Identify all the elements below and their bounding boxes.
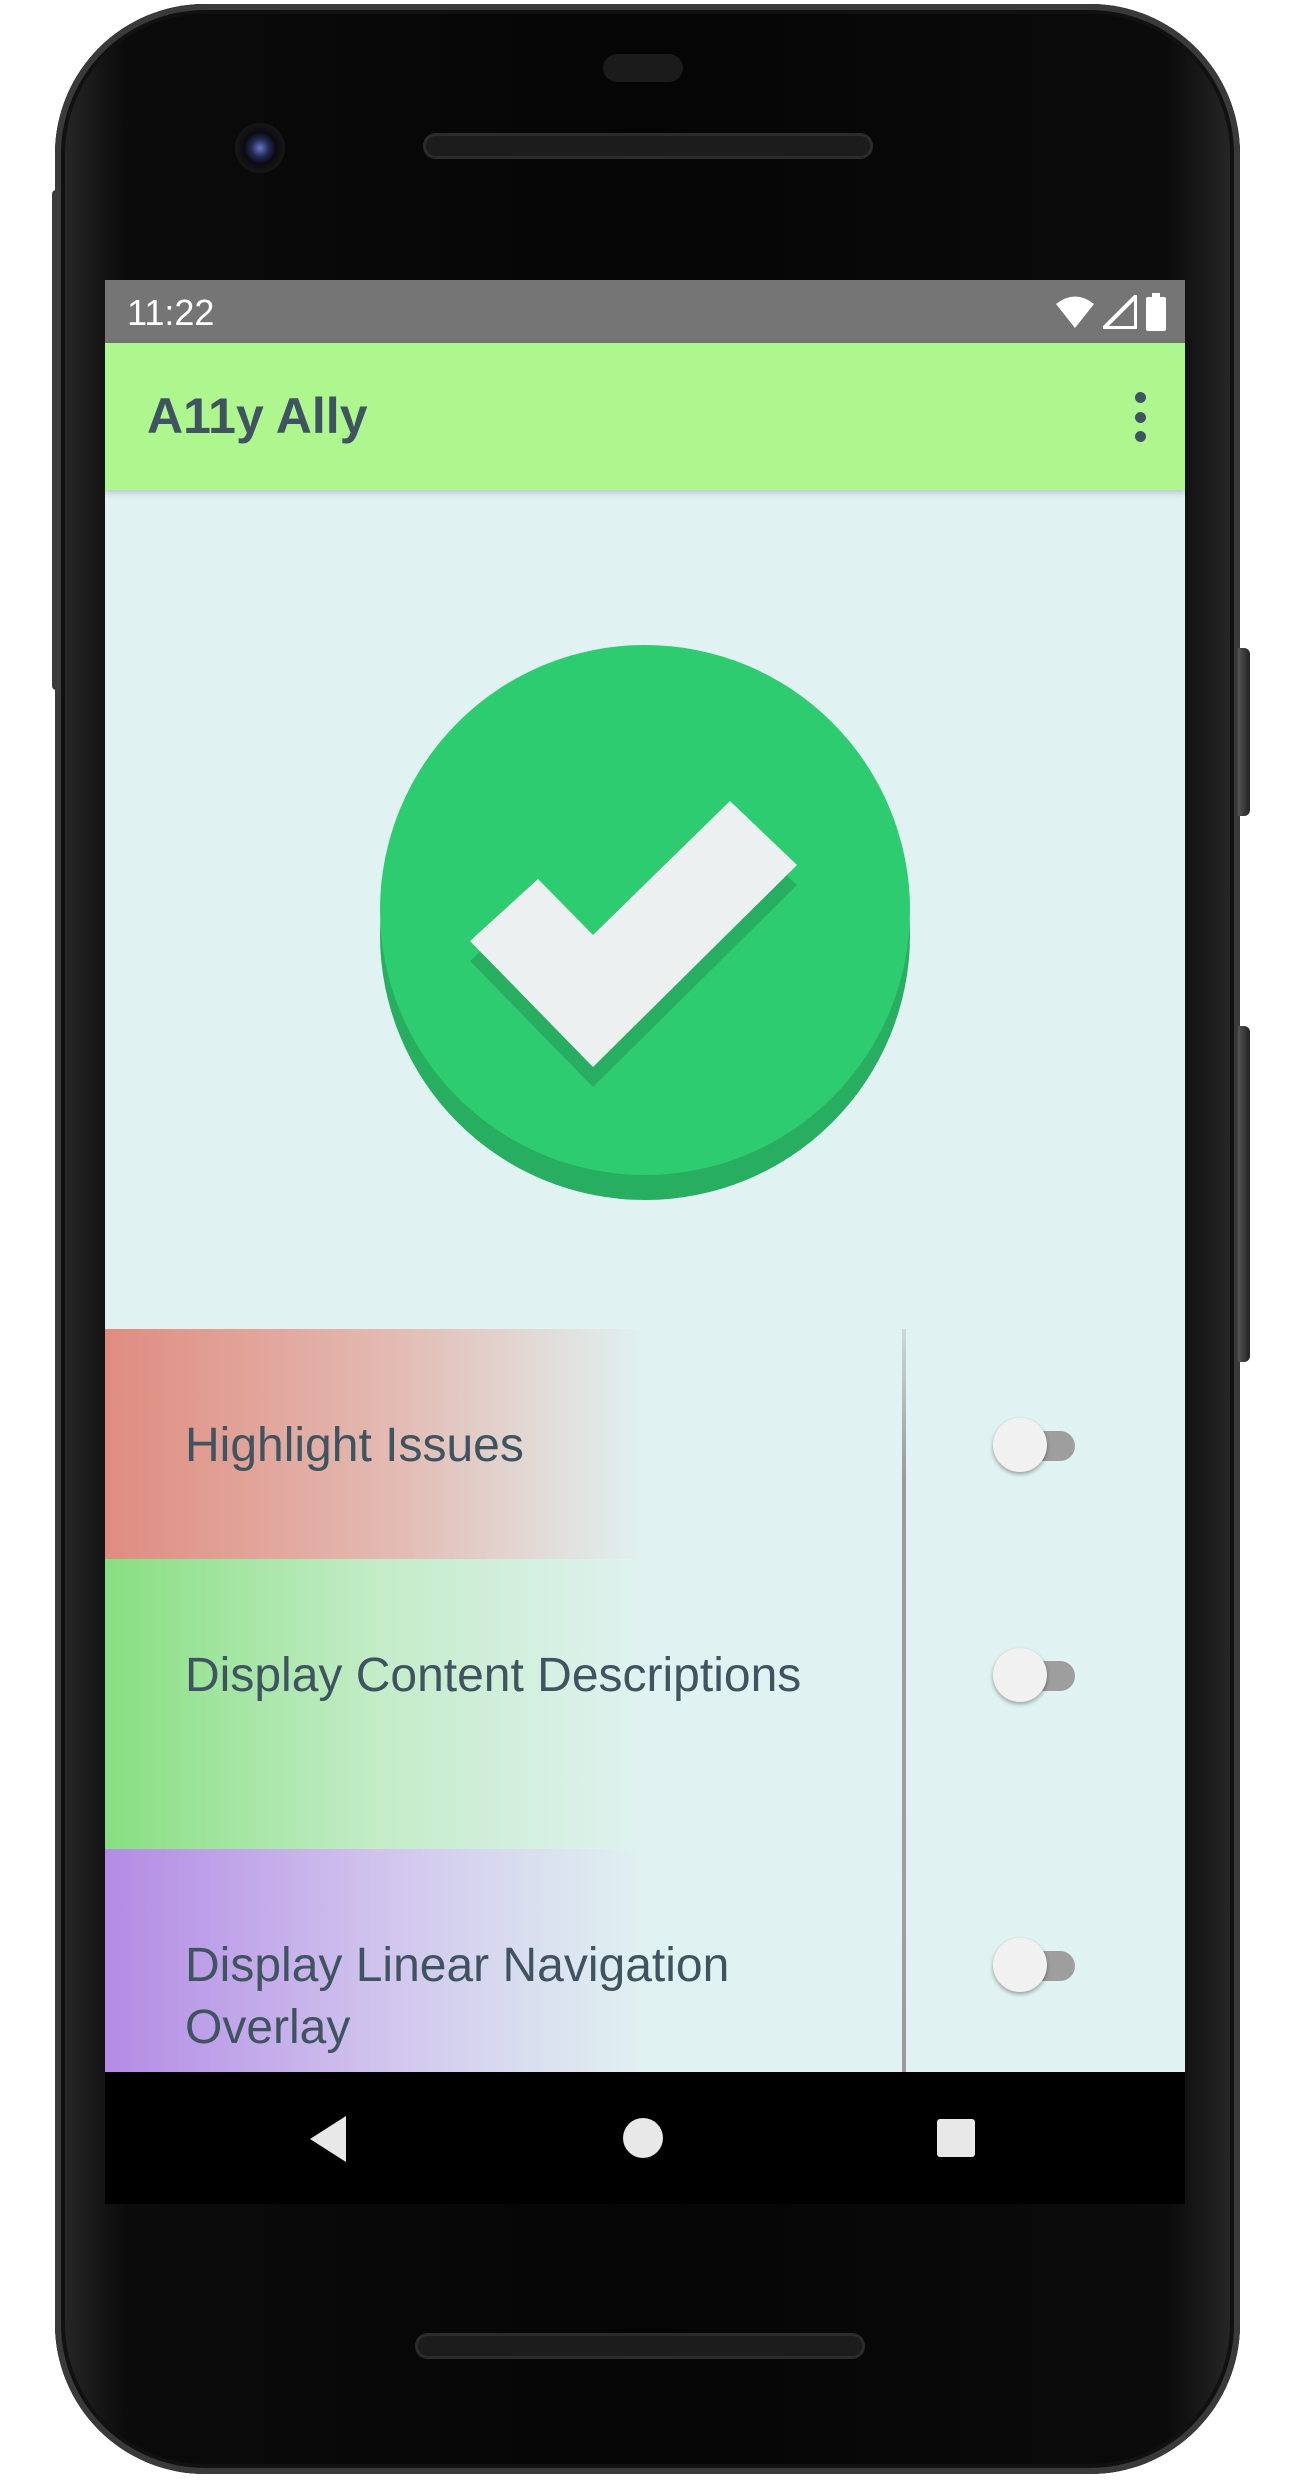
back-icon[interactable]	[310, 2116, 346, 2162]
overflow-dot-icon	[1134, 411, 1146, 423]
status-icons	[1055, 292, 1167, 332]
status-bar: 11:22	[105, 280, 1185, 343]
overflow-menu-button[interactable]	[1125, 387, 1155, 447]
earpiece-speaker	[423, 133, 873, 159]
phone-left-rim	[52, 190, 60, 690]
app-screen: 11:22 A11y Ally Highlight Issues Display…	[105, 280, 1185, 2072]
wifi-icon	[1056, 296, 1094, 328]
setting-label: Display Linear Navigation Overlay	[185, 1939, 730, 2054]
recent-apps-icon[interactable]	[937, 2119, 975, 2157]
power-button	[1238, 648, 1250, 816]
app-bar: A11y Ally	[105, 343, 1185, 490]
home-icon[interactable]	[623, 2118, 663, 2158]
signal-icon	[1103, 295, 1137, 329]
toggle-thumb	[993, 1938, 1047, 1992]
battery-icon	[1146, 293, 1166, 331]
setting-label: Display Content Descriptions	[185, 1649, 802, 1702]
navigation-bar	[105, 2072, 1185, 2204]
status-check-icon	[380, 645, 910, 1205]
overflow-dot-icon	[1134, 431, 1146, 442]
bottom-speaker	[415, 2333, 865, 2359]
highlight-issues-toggle[interactable]	[993, 1418, 1079, 1472]
checkmark-circle-icon	[380, 645, 910, 1200]
volume-button	[1238, 1026, 1250, 1362]
toggle-thumb	[993, 1648, 1047, 1702]
settings-list: Highlight Issues Display Content Descrip…	[105, 1329, 1185, 2072]
content-descriptions-toggle[interactable]	[993, 1648, 1079, 1702]
linear-navigation-toggle[interactable]	[993, 1938, 1079, 1992]
overflow-dot-icon	[1134, 392, 1146, 403]
front-camera	[235, 123, 285, 173]
setting-label: Highlight Issues	[185, 1419, 524, 1472]
proximity-sensor	[603, 54, 683, 82]
setting-row-linear-navigation: Display Linear Navigation Overlay	[105, 1849, 1185, 2072]
status-time: 11:22	[127, 292, 215, 333]
app-title: A11y Ally	[147, 388, 368, 444]
setting-row-content-descriptions: Display Content Descriptions	[105, 1559, 1185, 1849]
toggle-thumb	[993, 1418, 1047, 1472]
column-divider	[902, 1329, 906, 2072]
setting-row-highlight-issues: Highlight Issues	[105, 1329, 1185, 1559]
